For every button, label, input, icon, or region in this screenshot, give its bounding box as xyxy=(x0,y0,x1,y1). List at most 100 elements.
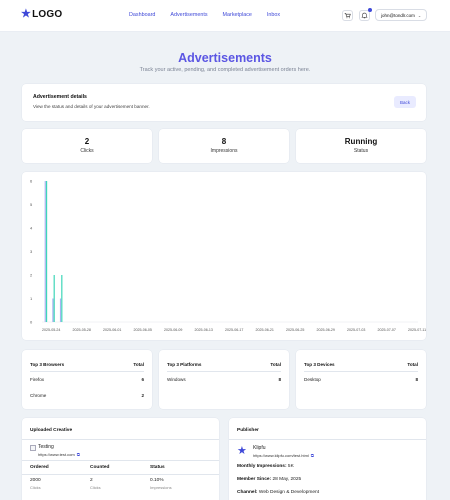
ordered-value: 2000 xyxy=(30,478,41,483)
y-tick-label: 0 xyxy=(30,320,33,325)
user-menu-button[interactable]: john@tondlr.com ⌄ xyxy=(375,9,428,21)
activity-chart-card: 0 1 2 3 4 5 6 2025-05-24 2025-05-28 2025-06-01 202… xyxy=(22,172,426,340)
member-since-label: Member Since: xyxy=(237,477,272,482)
external-link-icon[interactable]: ⧉ xyxy=(77,452,80,457)
channel-value: Web Design & Development xyxy=(258,490,320,495)
platform-count: 8 xyxy=(278,377,281,382)
status-value: 0.10% xyxy=(150,478,164,483)
status-unit: Impressions xyxy=(150,485,172,490)
device-name: Desktop xyxy=(304,377,321,382)
external-link-icon[interactable]: ⧉ xyxy=(311,453,314,458)
nav-link-inbox[interactable]: Inbox xyxy=(267,12,280,18)
page-subtitle: Track your active, pending, and complete… xyxy=(139,67,311,73)
chart-bar xyxy=(44,181,46,322)
top-platforms-card: Top 3 Platforms Total Windows 8 xyxy=(159,350,289,409)
total-header: Total xyxy=(407,362,418,367)
page-title: Advertisements xyxy=(178,51,272,65)
stat-label: Status xyxy=(353,148,369,154)
x-tick-label: 2025-06-29 xyxy=(317,328,335,332)
monthly-impressions-value: 5K xyxy=(287,464,294,469)
x-tick-label: 2025-06-25 xyxy=(286,328,304,332)
x-tick-label: 2025-06-21 xyxy=(256,328,274,332)
stat-value: 8 xyxy=(221,137,227,146)
publisher-card: Publisher ★ Klipfu https://www.klipfu.co… xyxy=(229,418,426,500)
creative-url[interactable]: https://www.test.com xyxy=(38,452,75,457)
notification-dot xyxy=(368,8,372,12)
star-publisher-icon: ★ xyxy=(237,445,247,457)
total-header: Total xyxy=(270,362,281,367)
logo[interactable]: ★ LOGO xyxy=(21,8,62,21)
y-tick-label: 6 xyxy=(30,179,33,184)
top-browsers-card: Top 3 Browsers Total Firefox 6 Chrome 2 xyxy=(22,350,152,409)
back-button[interactable]: Back xyxy=(394,96,416,108)
platform-name: Windows xyxy=(167,377,186,382)
nav-link-dashboard[interactable]: Dashboard xyxy=(129,12,155,18)
counted-header: Counted xyxy=(90,465,110,470)
top-browsers-title: Top 3 Browsers xyxy=(30,362,65,367)
stat-value: 2 xyxy=(84,137,90,146)
x-tick-label: 2025-07-07 xyxy=(378,328,396,332)
nav-link-marketplace[interactable]: Marketplace xyxy=(223,12,252,18)
channel-row: Channel: Web Design & Development xyxy=(237,490,319,495)
details-title: Advertisement details xyxy=(33,94,87,100)
chart-bar xyxy=(53,275,55,322)
publisher-url-row: https://www.klipfu.com/test.html ⧉ xyxy=(253,453,314,458)
browser-name: Firefox xyxy=(30,377,45,382)
browser-name: Chrome xyxy=(30,393,47,398)
member-since-row: Member Since: 28 May, 2025 xyxy=(237,477,301,482)
top-browsers-header: Top 3 Browsers Total xyxy=(30,362,144,367)
channel-label: Channel: xyxy=(237,490,258,495)
publisher-url[interactable]: https://www.klipfu.com/test.html xyxy=(253,453,309,458)
stat-label: Clicks xyxy=(80,148,94,154)
top-navbar: ★ LOGO Dashboard Advertisements Marketpl… xyxy=(0,0,450,32)
device-count: 8 xyxy=(415,377,418,382)
cart-icon[interactable] xyxy=(342,10,353,21)
creative-name: Testing xyxy=(38,444,54,450)
stat-value: Running xyxy=(344,137,378,146)
top-devices-title: Top 3 Devices xyxy=(304,362,335,367)
ordered-header: Ordered xyxy=(30,465,49,470)
x-tick-label: 2025-05-24 xyxy=(42,328,60,332)
chart-bar xyxy=(45,181,48,322)
top-devices-card: Top 3 Devices Total Desktop 8 xyxy=(296,350,426,409)
publisher-section-title: Publisher xyxy=(237,428,259,433)
divider xyxy=(22,460,219,461)
ordered-unit: Clicks xyxy=(30,485,41,490)
divider xyxy=(22,474,219,475)
x-tick-label: 2025-06-13 xyxy=(195,328,213,332)
status-header: Status xyxy=(150,465,165,470)
x-tick-label: 2025-07-03 xyxy=(347,328,365,332)
advertisement-details-card: Advertisement details View the status an… xyxy=(22,84,426,121)
nav-link-advertisements[interactable]: Advertisements xyxy=(170,12,207,18)
x-tick-label: 2025-05-28 xyxy=(73,328,91,332)
x-tick-label: 2025-06-05 xyxy=(134,328,152,332)
details-description: View the status and details of your adve… xyxy=(33,104,150,109)
chart-bar xyxy=(61,275,63,322)
activity-chart: 0 1 2 3 4 5 6 2025-05-24 2025-05-28 2025-06-01 202… xyxy=(30,179,426,333)
divider xyxy=(30,371,144,372)
creative-image-icon[interactable] xyxy=(30,445,36,451)
chart-bar xyxy=(52,298,54,322)
chart-bar xyxy=(59,298,62,322)
stat-card-clicks: 2 Clicks xyxy=(22,129,152,163)
uploaded-creative-card: Uploaded Creative Testing https://www.te… xyxy=(22,418,219,500)
y-tick-label: 5 xyxy=(30,202,33,207)
member-since-value: 28 May, 2025 xyxy=(272,477,302,482)
divider xyxy=(167,371,281,372)
star-logo-icon: ★ xyxy=(21,8,32,20)
y-tick-label: 4 xyxy=(30,226,33,231)
creative-section-title: Uploaded Creative xyxy=(30,428,73,433)
monthly-impressions-label: Monthly Impressions: xyxy=(237,464,287,469)
stat-card-status: Running Status xyxy=(296,129,426,163)
x-tick-label: 2025-06-17 xyxy=(225,328,243,332)
total-header: Total xyxy=(133,362,144,367)
table-row: Chrome 2 xyxy=(30,393,144,398)
table-row: Desktop 8 xyxy=(304,377,418,382)
divider xyxy=(22,439,219,440)
x-tick-label: 2025-07-11 xyxy=(408,328,426,332)
user-email: john@tondlr.com xyxy=(381,12,415,18)
chevron-down-icon: ⌄ xyxy=(417,12,422,18)
stat-card-impressions: 8 Impressions xyxy=(159,129,289,163)
top-platforms-header: Top 3 Platforms Total xyxy=(167,362,281,367)
counted-unit: Clicks xyxy=(90,485,101,490)
